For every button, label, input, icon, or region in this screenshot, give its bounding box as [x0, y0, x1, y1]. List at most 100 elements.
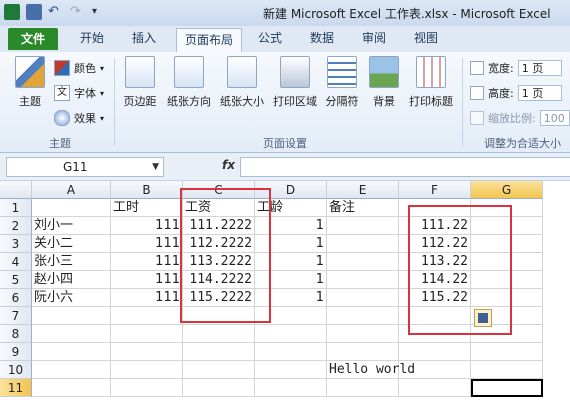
cell-e10[interactable]: Hello world [327, 361, 415, 379]
cell-d9[interactable] [255, 343, 327, 361]
cell-g8[interactable] [471, 325, 543, 343]
cell-d2[interactable]: 1 [255, 217, 327, 235]
cell-e8[interactable] [327, 325, 399, 343]
cell-c6[interactable]: 115.2222 [183, 289, 255, 307]
column-header-f[interactable]: F [399, 181, 471, 199]
excel-logo-icon[interactable] [4, 4, 20, 20]
orientation-button[interactable]: 纸张方向 [164, 56, 214, 109]
cell-c4[interactable]: 113.2222 [183, 253, 255, 271]
cell-b2[interactable]: 111 [111, 217, 183, 235]
cell-a11[interactable] [32, 379, 111, 397]
colors-button[interactable]: 颜色 ▾ [54, 60, 104, 76]
cell-b10[interactable] [111, 361, 183, 379]
cell-e4[interactable] [327, 253, 399, 271]
row-header-2[interactable]: 2 [0, 217, 32, 235]
row-header-11[interactable]: 11 [0, 379, 32, 397]
cell-e1[interactable]: 备注 [327, 199, 399, 217]
cell-f9[interactable] [399, 343, 471, 361]
cell-b1[interactable]: 工时 [111, 199, 183, 217]
tab-insert[interactable]: 插入 [122, 26, 166, 51]
cell-g6[interactable] [471, 289, 543, 307]
formula-input[interactable] [240, 157, 570, 177]
tab-file[interactable]: 文件 [8, 28, 58, 50]
cell-f4[interactable]: 113.22 [399, 253, 471, 271]
column-header-d[interactable]: D [255, 181, 327, 199]
row-header-8[interactable]: 8 [0, 325, 32, 343]
row-header-9[interactable]: 9 [0, 343, 32, 361]
insert-function-icon[interactable]: fx [222, 158, 235, 172]
cell-a7[interactable] [32, 307, 111, 325]
cell-d8[interactable] [255, 325, 327, 343]
size-button[interactable]: 纸张大小 [216, 56, 268, 109]
cell-b3[interactable]: 111 [111, 235, 183, 253]
cell-g9[interactable] [471, 343, 543, 361]
cell-a10[interactable] [32, 361, 111, 379]
row-header-10[interactable]: 10 [0, 361, 32, 379]
row-header-6[interactable]: 6 [0, 289, 32, 307]
cell-g2[interactable] [471, 217, 543, 235]
cell-a2[interactable]: 刘小一 [32, 217, 111, 235]
cell-e2[interactable] [327, 217, 399, 235]
height-field[interactable]: 1 页 [517, 85, 562, 101]
cell-b11[interactable] [111, 379, 183, 397]
cell-f6[interactable]: 115.22 [399, 289, 471, 307]
tab-view[interactable]: 视图 [406, 26, 446, 51]
cell-g4[interactable] [471, 253, 543, 271]
cell-f7[interactable] [399, 307, 471, 325]
cell-g10[interactable] [471, 361, 543, 379]
cell-a5[interactable]: 赵小四 [32, 271, 111, 289]
cell-d1[interactable]: 工龄 [255, 199, 327, 217]
cell-g1[interactable] [471, 199, 543, 217]
cell-d11[interactable] [255, 379, 327, 397]
column-header-a[interactable]: A [32, 181, 111, 199]
cell-a4[interactable]: 张小三 [32, 253, 111, 271]
themes-button[interactable]: 主题 [10, 56, 50, 109]
column-header-b[interactable]: B [111, 181, 183, 199]
cell-d6[interactable]: 1 [255, 289, 327, 307]
cell-f8[interactable] [399, 325, 471, 343]
select-all-corner[interactable] [0, 181, 32, 199]
cell-c10[interactable] [183, 361, 255, 379]
cell-c8[interactable] [183, 325, 255, 343]
cell-c2[interactable]: 111.2222 [183, 217, 255, 235]
cell-b4[interactable]: 111 [111, 253, 183, 271]
cell-d10[interactable] [255, 361, 327, 379]
cell-f1[interactable] [399, 199, 471, 217]
tab-data[interactable]: 数据 [302, 26, 342, 51]
width-field[interactable]: 1 页 [517, 60, 562, 76]
cell-b6[interactable]: 111 [111, 289, 183, 307]
cell-g3[interactable] [471, 235, 543, 253]
breaks-button[interactable]: 分隔符 [322, 56, 362, 109]
customize-icon[interactable]: ▾ [92, 4, 108, 20]
cell-e3[interactable] [327, 235, 399, 253]
row-header-3[interactable]: 3 [0, 235, 32, 253]
cell-e5[interactable] [327, 271, 399, 289]
cell-e6[interactable] [327, 289, 399, 307]
cell-b8[interactable] [111, 325, 183, 343]
tab-review[interactable]: 审阅 [354, 26, 394, 51]
cell-f2[interactable]: 111.22 [399, 217, 471, 235]
margins-button[interactable]: 页边距 [118, 56, 162, 109]
height-control[interactable]: 高度: 1 页 [470, 85, 562, 101]
background-button[interactable]: 背景 [366, 56, 402, 109]
cell-d4[interactable]: 1 [255, 253, 327, 271]
cell-d3[interactable]: 1 [255, 235, 327, 253]
cell-d7[interactable] [255, 307, 327, 325]
cell-c1[interactable]: 工资 [183, 199, 255, 217]
cell-d5[interactable]: 1 [255, 271, 327, 289]
tab-page-layout[interactable]: 页面布局 [176, 28, 242, 53]
tab-formulas[interactable]: 公式 [250, 26, 290, 51]
column-header-c[interactable]: C [183, 181, 255, 199]
cell-c5[interactable]: 114.2222 [183, 271, 255, 289]
print-titles-button[interactable]: 打印标题 [406, 56, 456, 109]
cell-e7[interactable] [327, 307, 399, 325]
row-header-4[interactable]: 4 [0, 253, 32, 271]
effects-button[interactable]: 效果 ▾ [54, 110, 104, 126]
cell-c3[interactable]: 112.2222 [183, 235, 255, 253]
column-header-g[interactable]: G [471, 181, 543, 199]
width-control[interactable]: 宽度: 1 页 [470, 60, 562, 76]
undo-icon[interactable]: ↶ [48, 4, 64, 20]
paste-options-icon[interactable] [474, 309, 492, 327]
row-header-7[interactable]: 7 [0, 307, 32, 325]
cell-b7[interactable] [111, 307, 183, 325]
